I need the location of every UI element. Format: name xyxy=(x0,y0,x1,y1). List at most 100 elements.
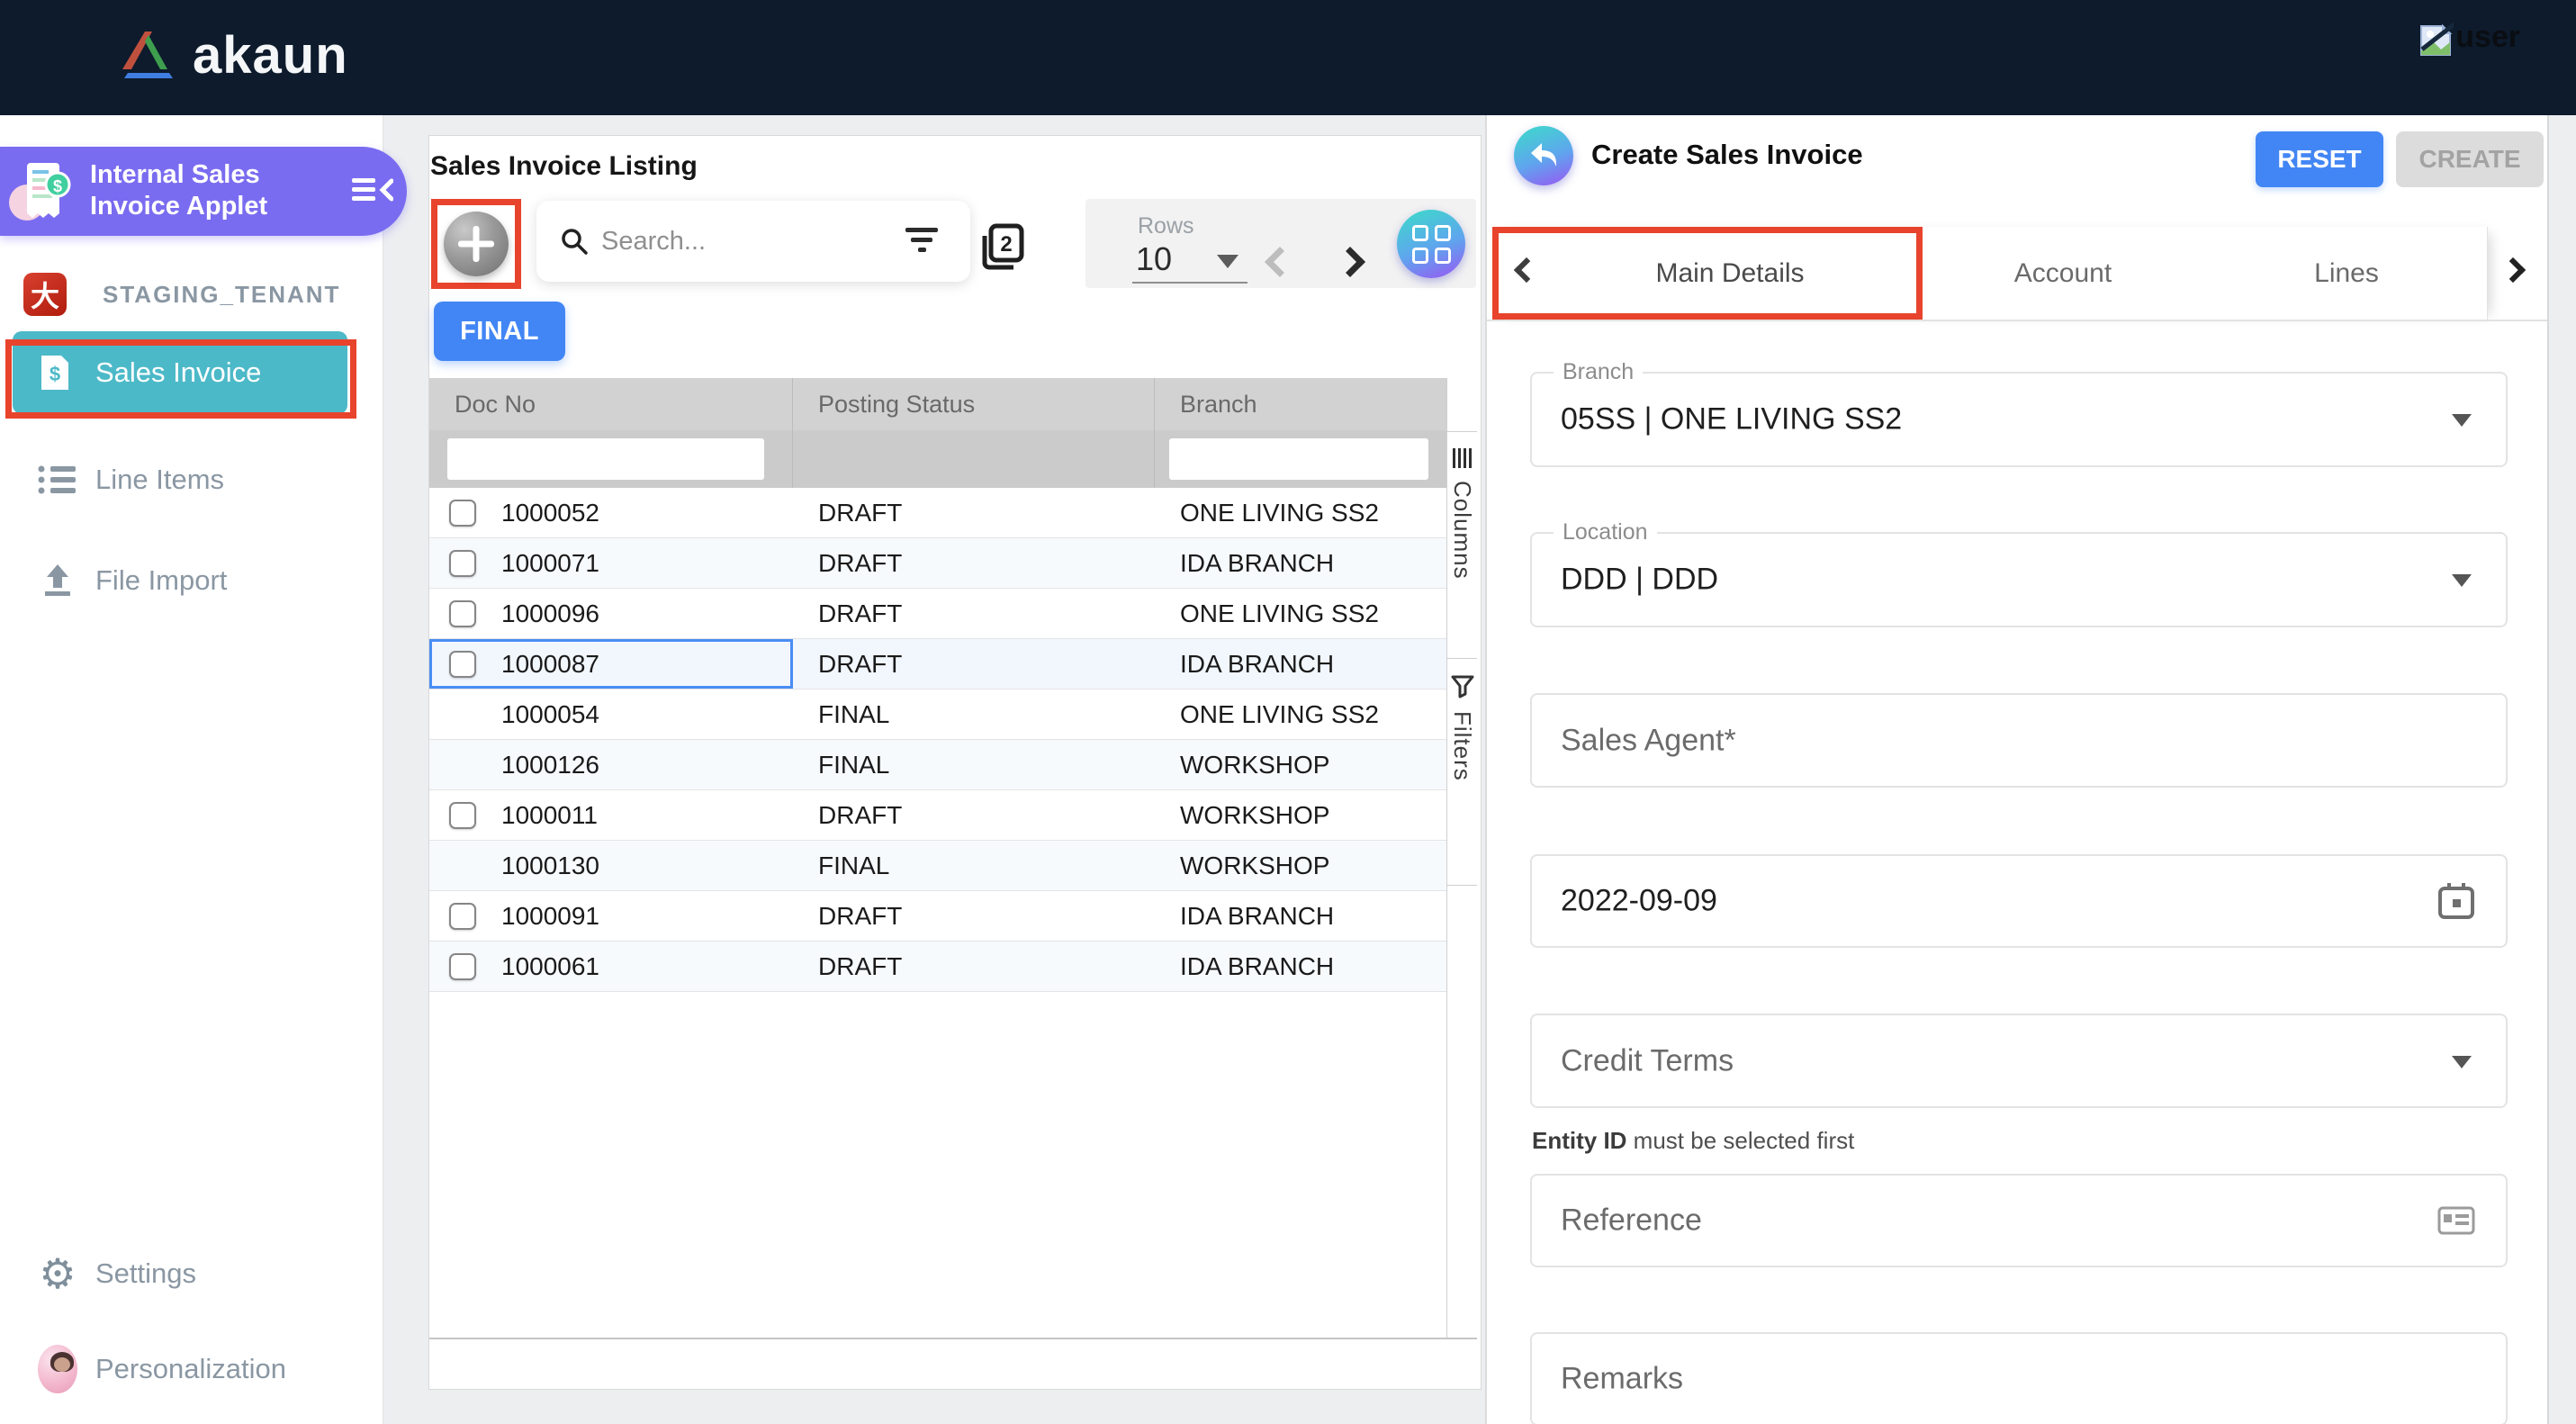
posting-status-cell: DRAFT xyxy=(793,902,1155,931)
table-row[interactable]: 1000126FINALWORKSHOP xyxy=(429,740,1446,790)
user-avatar[interactable]: user xyxy=(2418,20,2520,59)
table-row[interactable]: 1000071DRAFTIDA BRANCH xyxy=(429,538,1446,589)
posting-status-cell: FINAL xyxy=(793,700,1155,729)
sidebar-item-label: Settings xyxy=(95,1257,196,1290)
contact-card-icon[interactable] xyxy=(2437,1206,2475,1235)
table-row[interactable]: 1000096DRAFTONE LIVING SS2 xyxy=(429,589,1446,639)
credit-terms-select[interactable]: Credit Terms xyxy=(1530,1014,2508,1108)
column-header-posting-status[interactable]: Posting Status xyxy=(793,378,1155,430)
create-button[interactable]: CREATE xyxy=(2396,131,2544,187)
columns-tab[interactable]: Columns xyxy=(1447,432,1477,659)
remarks-placeholder: Remarks xyxy=(1561,1362,1683,1397)
row-checkbox[interactable] xyxy=(449,600,476,627)
sales-agent-placeholder: Sales Agent* xyxy=(1561,723,1736,758)
sidebar-item-label: Sales Invoice xyxy=(95,356,261,389)
row-checkbox[interactable] xyxy=(449,550,476,577)
branch-cell: ONE LIVING SS2 xyxy=(1155,499,1446,527)
receipt-illustration-icon: $ xyxy=(7,159,77,224)
branch-cell: ONE LIVING SS2 xyxy=(1155,700,1446,729)
create-invoice-panel: Create Sales Invoice RESET CREATE Main D… xyxy=(1485,115,2547,1424)
row-checkbox[interactable] xyxy=(449,651,476,678)
chevron-down-icon xyxy=(2452,574,2472,587)
posting-status-cell: DRAFT xyxy=(793,650,1155,679)
duplicate-pages-icon[interactable]: 2 xyxy=(977,221,1026,274)
add-invoice-button[interactable] xyxy=(444,212,509,276)
listing-title: Sales Invoice Listing xyxy=(430,151,698,182)
sales-agent-field[interactable]: Sales Agent* xyxy=(1530,693,2508,788)
search-input[interactable] xyxy=(601,227,871,257)
reset-button[interactable]: RESET xyxy=(2256,131,2383,187)
invoice-document-icon: $ xyxy=(40,354,70,392)
back-button[interactable] xyxy=(1514,126,1573,185)
filters-tab[interactable]: Filters xyxy=(1447,659,1477,886)
next-page-button[interactable] xyxy=(1335,247,1365,277)
back-arrow-icon xyxy=(1527,141,1560,170)
remarks-field[interactable]: Remarks xyxy=(1530,1332,2508,1424)
calendar-icon[interactable] xyxy=(2437,881,2475,921)
doc-no-cell: 1000126 xyxy=(501,751,599,780)
table-row[interactable]: 1000061DRAFTIDA BRANCH xyxy=(429,942,1446,992)
credit-terms-helper-text: Entity ID must be selected first xyxy=(1532,1127,1854,1155)
table-row[interactable]: 1000087DRAFTIDA BRANCH xyxy=(429,639,1446,689)
svg-text:$: $ xyxy=(53,177,62,195)
final-status-chip[interactable]: FINAL xyxy=(434,302,565,361)
reference-field[interactable]: Reference xyxy=(1530,1174,2508,1267)
sidebar-item-label: Line Items xyxy=(95,464,224,496)
doc-no-cell: 1000071 xyxy=(501,549,599,578)
grid-apps-button[interactable] xyxy=(1397,210,1465,278)
filters-tab-label: Filters xyxy=(1448,711,1476,781)
applet-title: Internal Sales Invoice Applet xyxy=(90,159,267,222)
location-select[interactable]: Location DDD | DDD xyxy=(1530,532,2508,627)
sidebar: $ Internal Sales Invoice Applet 大 STAGIN… xyxy=(0,115,383,1424)
posting-status-cell: DRAFT xyxy=(793,801,1155,830)
upload-icon xyxy=(38,563,77,599)
rows-label: Rows xyxy=(1138,213,1194,239)
table-row[interactable]: 1000052DRAFTONE LIVING SS2 xyxy=(429,488,1446,538)
svg-text:$: $ xyxy=(50,363,60,385)
table-row[interactable]: 1000130FINALWORKSHOP xyxy=(429,841,1446,891)
tab-main-details[interactable]: Main Details xyxy=(1541,227,1919,320)
sidebar-item-file-import[interactable]: File Import xyxy=(0,549,383,612)
posting-status-cell: DRAFT xyxy=(793,549,1155,578)
previous-page-button[interactable] xyxy=(1265,247,1295,277)
date-value: 2022-09-09 xyxy=(1561,884,1717,919)
sidebar-item-sales-invoice[interactable]: $ Sales Invoice xyxy=(13,331,347,414)
chevron-down-icon[interactable] xyxy=(1217,255,1238,268)
columns-tab-label: Columns xyxy=(1448,481,1476,580)
table-row[interactable]: 1000054FINALONE LIVING SS2 xyxy=(429,689,1446,740)
tenant-row[interactable]: 大 STAGING_TENANT xyxy=(23,273,340,316)
sidebar-item-personalization[interactable]: Personalization xyxy=(0,1338,383,1401)
column-header-branch[interactable]: Branch xyxy=(1155,378,1446,430)
tab-account[interactable]: Account xyxy=(1919,227,2207,320)
row-checkbox[interactable] xyxy=(449,903,476,930)
table-row[interactable]: 1000091DRAFTIDA BRANCH xyxy=(429,891,1446,942)
side-strip-spacer xyxy=(1447,378,1477,432)
branch-label: Branch xyxy=(1554,359,1643,385)
credit-terms-placeholder: Credit Terms xyxy=(1561,1043,1734,1078)
table-body: 1000052DRAFTONE LIVING SS21000071DRAFTID… xyxy=(429,488,1446,992)
column-header-doc-no[interactable]: Doc No xyxy=(429,378,793,430)
doc-no-cell: 1000087 xyxy=(501,650,599,679)
applet-header[interactable]: $ Internal Sales Invoice Applet xyxy=(0,147,407,236)
sidebar-item-settings[interactable]: ⚙ Settings xyxy=(0,1242,383,1305)
table-row[interactable]: 1000011 DRAFTWORKSHOP xyxy=(429,790,1446,841)
tab-lines[interactable]: Lines xyxy=(2207,227,2486,320)
row-checkbox[interactable] xyxy=(449,500,476,527)
tabs-scroll-right-icon[interactable] xyxy=(2500,257,2526,283)
brand-name: akaun xyxy=(193,25,348,86)
doc-no-cell: 1000011 xyxy=(501,801,598,830)
doc-no-filter-input[interactable] xyxy=(447,438,764,480)
collapse-sidebar-icon[interactable] xyxy=(351,172,394,210)
sidebar-item-line-items[interactable]: Line Items xyxy=(0,448,383,511)
rows-per-page-value[interactable]: 10 xyxy=(1136,240,1172,278)
row-checkbox[interactable] xyxy=(449,802,476,829)
table-header-row: Doc No Posting Status Branch xyxy=(429,378,1446,430)
row-checkbox[interactable] xyxy=(449,953,476,980)
branch-filter-input[interactable] xyxy=(1169,438,1428,480)
branch-cell: WORKSHOP xyxy=(1155,801,1446,830)
funnel-icon xyxy=(1451,675,1474,698)
date-field[interactable]: 2022-09-09 xyxy=(1530,854,2508,948)
filter-lines-icon[interactable] xyxy=(905,228,938,255)
branch-select[interactable]: Branch 05SS | ONE LIVING SS2 xyxy=(1530,372,2508,467)
doc-no-cell: 1000096 xyxy=(501,599,599,628)
